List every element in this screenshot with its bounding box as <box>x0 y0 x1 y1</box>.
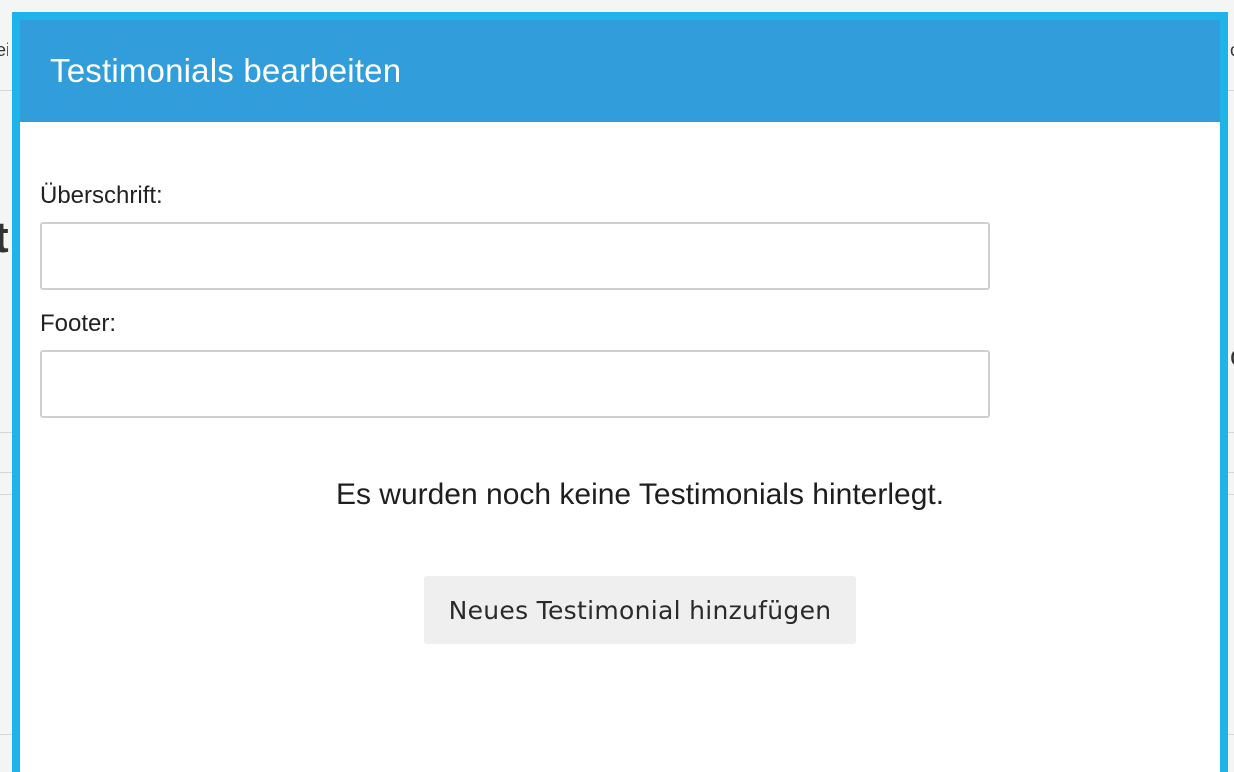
heading-label: Überschrift: <box>40 182 163 209</box>
footer-label: Footer: <box>40 310 117 337</box>
empty-testimonials-message: Es wurden noch keine Testimonials hinter… <box>335 478 945 511</box>
background-text-fragment: ei <box>0 40 8 60</box>
heading-input[interactable] <box>40 222 990 290</box>
background-text-fragment: c <box>1230 40 1234 61</box>
footer-input[interactable] <box>40 350 990 418</box>
background-heading-fragment: t <box>0 213 9 262</box>
background-text-fragment: c <box>1230 340 1234 372</box>
modal-header: Testimonials bearbeiten <box>20 20 1220 122</box>
edit-testimonials-modal: Testimonials bearbeiten Überschrift: Foo… <box>12 12 1228 772</box>
modal-title: Testimonials bearbeiten <box>50 52 402 89</box>
add-testimonial-button[interactable]: Neues Testimonial hinzufügen <box>424 576 856 644</box>
